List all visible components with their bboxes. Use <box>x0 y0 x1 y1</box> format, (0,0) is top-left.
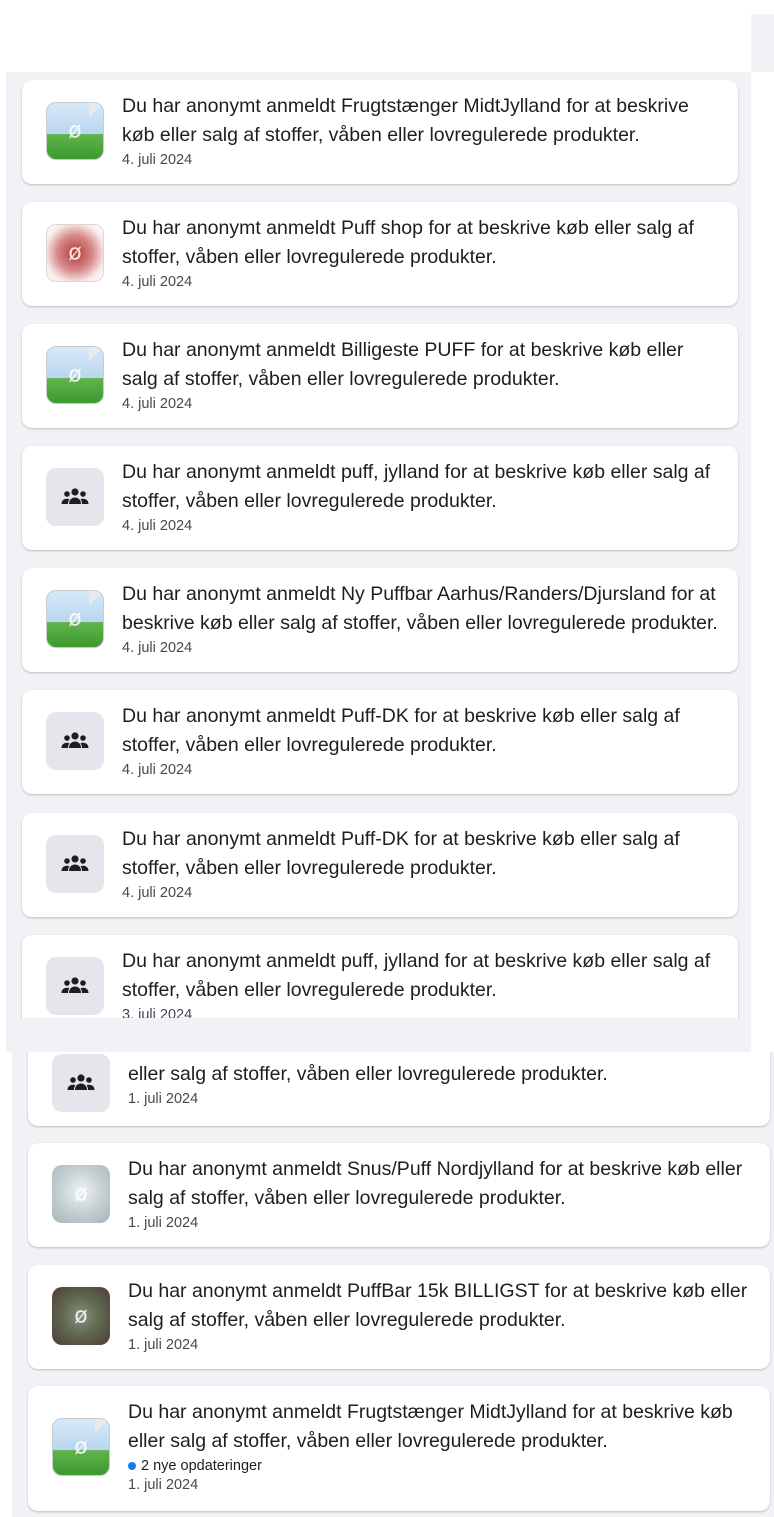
hidden-image-icon: ø <box>46 224 104 282</box>
notification-date: 4. juli 2024 <box>122 885 193 901</box>
notification-date: 1. juli 2024 <box>128 1337 199 1353</box>
broken-image-icon: ø <box>52 1418 110 1476</box>
notification-date: 1. juli 2024 <box>128 1215 199 1231</box>
group-icon <box>46 835 104 893</box>
notification-card[interactable]: ø Du har anonymt anmeldt Ny Puffbar Aarh… <box>22 568 738 672</box>
notification-card[interactable]: Du har anonymt anmeldt puff, jylland for… <box>22 446 738 550</box>
notification-date: 4. juli 2024 <box>122 152 193 168</box>
notification-date: 4. juli 2024 <box>122 274 193 290</box>
notification-message: Du har anonymt anmeldt puff, jylland for… <box>122 461 711 512</box>
notification-message: eller salg af stoffer, våben eller lovre… <box>128 1063 608 1085</box>
hidden-image-icon: ø <box>52 1287 110 1345</box>
broken-image-icon: ø <box>46 346 104 404</box>
notification-date: 1. juli 2024 <box>128 1477 199 1493</box>
notification-card[interactable]: Du har anonymt anmeldt Puff-DK for at be… <box>22 813 738 917</box>
notification-message: Du har anonymt anmeldt Puff-DK for at be… <box>122 705 680 756</box>
notification-card[interactable]: ø Du har anonymt anmeldt Billigeste PUFF… <box>22 324 738 428</box>
notification-card[interactable]: ø Du har anonymt anmeldt Snus/Puff Nordj… <box>28 1143 770 1247</box>
group-icon <box>52 1054 110 1112</box>
notification-card[interactable] <box>22 935 738 1039</box>
hidden-image-icon: ø <box>52 1165 110 1223</box>
notification-card[interactable]: Du har anonymt anmeldt Puff-DK for at be… <box>22 690 738 794</box>
notification-message: Du har anonymt anmeldt Puff-DK for at be… <box>122 828 680 879</box>
notification-message: Du har anonymt anmeldt Frugtstænger Midt… <box>128 1401 733 1452</box>
notification-message: Du har anonymt anmeldt Snus/Puff Nordjyl… <box>128 1158 743 1209</box>
notification-date: 4. juli 2024 <box>122 396 193 412</box>
notification-card[interactable]: ø Du har anonymt anmeldt PuffBar 15k BIL… <box>28 1265 770 1369</box>
notification-date: 4. juli 2024 <box>122 640 193 656</box>
notification-date: 4. juli 2024 <box>122 518 193 534</box>
notification-date: 4. juli 2024 <box>122 762 193 778</box>
blue-dot-icon <box>128 1462 136 1471</box>
updates-label: 2 nye opdateringer <box>141 1458 262 1474</box>
group-icon <box>46 468 104 526</box>
notification-message: Du har anonymt anmeldt PuffBar 15k BILLI… <box>128 1280 748 1331</box>
notification-card[interactable]: ø Du har anonymt anmeldt Puff shop for a… <box>22 202 738 306</box>
notification-message: Du har anonymt anmeldt Billigeste PUFF f… <box>122 339 684 390</box>
notification-card[interactable]: ø Du har anonymt anmeldt Frugtstænger Mi… <box>22 80 738 184</box>
broken-image-icon: ø <box>46 590 104 648</box>
notification-message: Du har anonymt anmeldt Puff shop for at … <box>122 217 694 268</box>
group-icon <box>46 712 104 770</box>
panel-edge <box>751 14 774 72</box>
notification-message: Du har anonymt anmeldt Ny Puffbar Aarhus… <box>122 583 718 634</box>
updates-indicator: 2 nye opdateringer <box>128 1457 756 1475</box>
notification-message: Du har anonymt anmeldt Frugtstænger Midt… <box>122 95 689 146</box>
broken-image-icon: ø <box>46 102 104 160</box>
notification-date: 1. juli 2024 <box>128 1091 199 1107</box>
notification-card[interactable]: ø Du har anonymt anmeldt Frugtstænger Mi… <box>28 1386 770 1511</box>
